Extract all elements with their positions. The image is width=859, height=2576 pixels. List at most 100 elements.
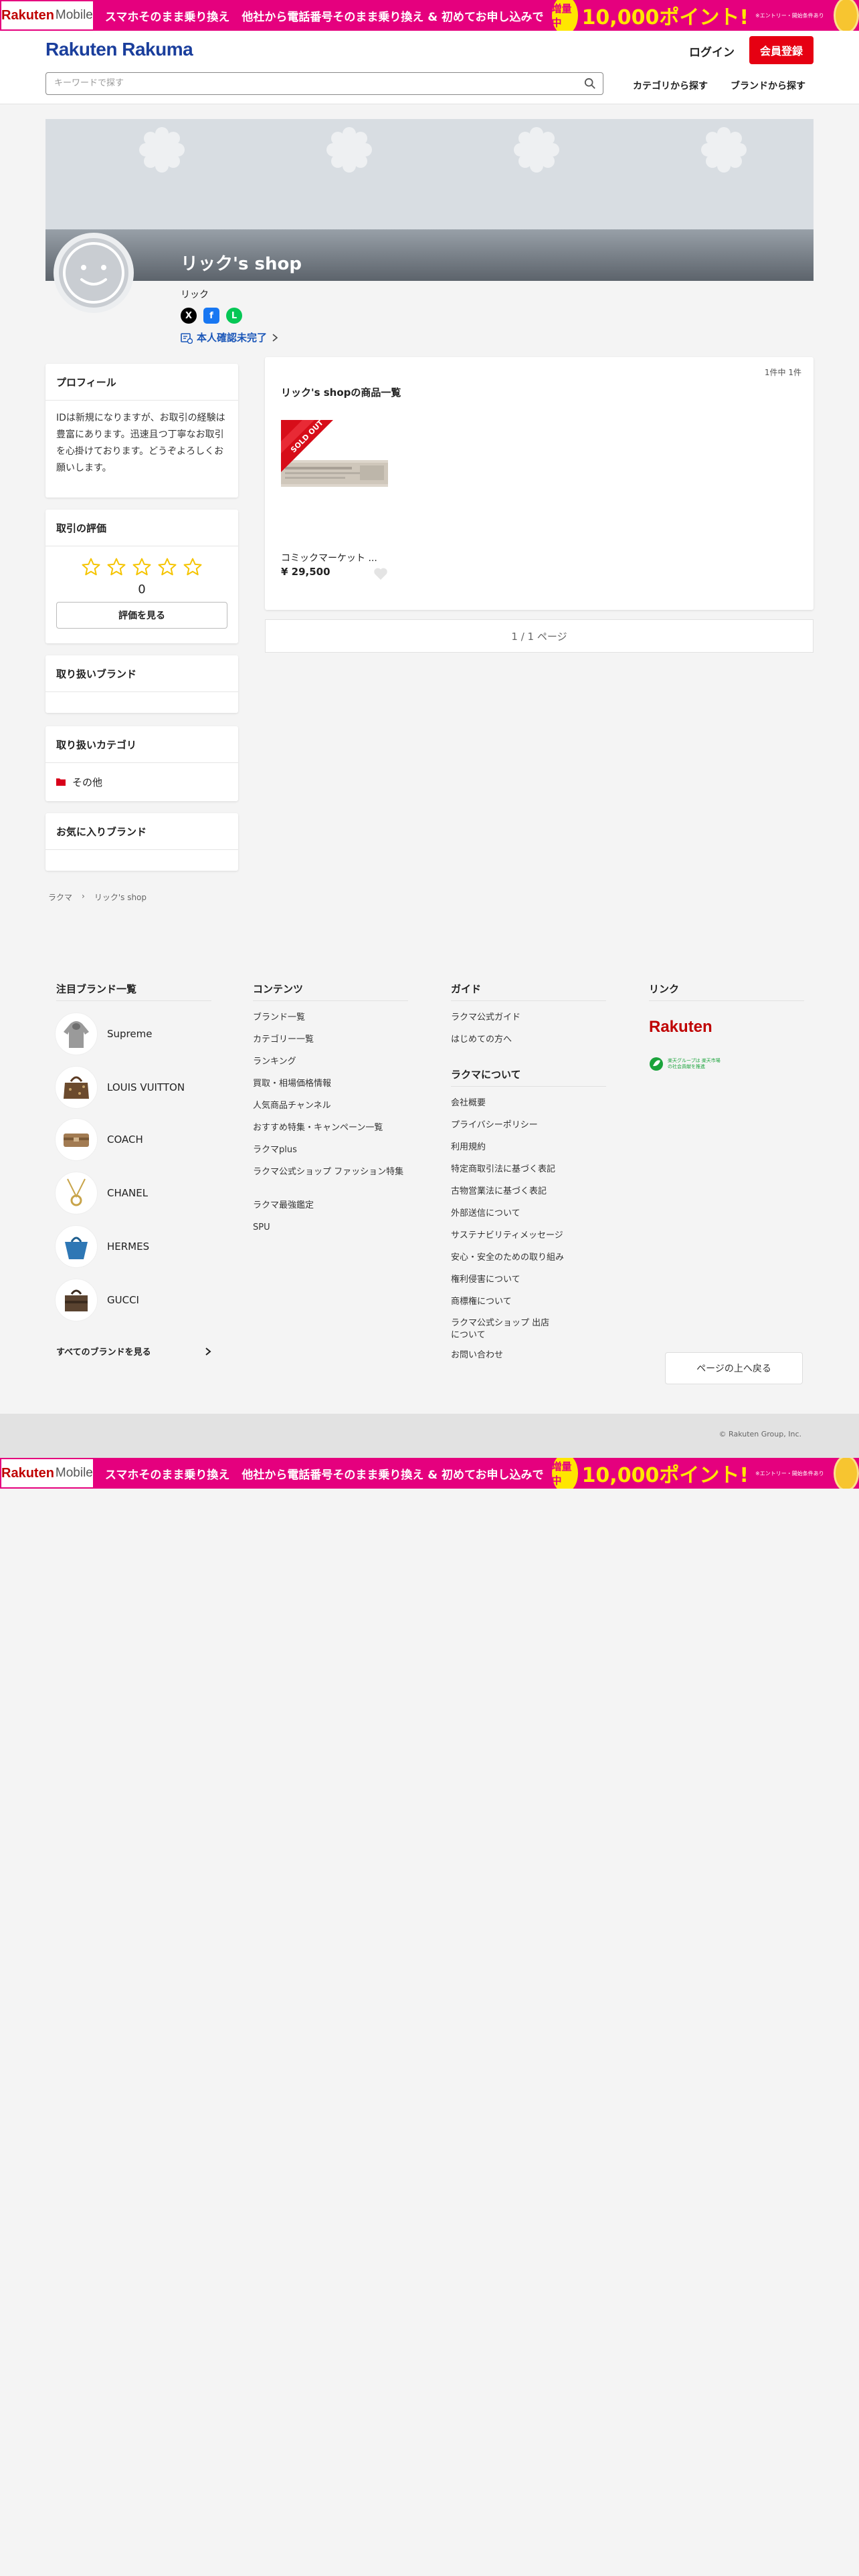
product-name[interactable]: コミックマーケット ... <box>281 551 377 564</box>
footer-bottom-bar: © Rakuten Group, Inc. <box>0 1414 859 1458</box>
owner-name: リック <box>181 290 209 300</box>
footer-link[interactable]: 人気商品チャンネル <box>253 1100 331 1112</box>
breadcrumb: ラクマ › リック's shop <box>48 891 147 903</box>
profile-title: プロフィール <box>45 364 238 401</box>
folder-icon <box>56 778 66 786</box>
footer-link[interactable]: ラクマ最強鑑定 <box>253 1200 314 1212</box>
footer-link[interactable]: ブランド一覧 <box>253 1012 305 1024</box>
star-icon <box>158 558 177 576</box>
product-price: ¥ 29,500 <box>281 566 330 578</box>
footer-link[interactable]: 外部送信について <box>451 1208 520 1220</box>
category-item[interactable]: その他 <box>45 763 238 800</box>
verification-label: 本人確認未完了 <box>197 332 268 344</box>
promo-badge: 増量中 <box>551 1458 578 1489</box>
all-brands-label: すべてのブランドを見る <box>56 1348 151 1358</box>
profile-text: IDは新規になりますが、お取引の経験は豊富にあります。迅速且つ丁寧なお取引を心掛… <box>56 413 225 473</box>
footer-link[interactable]: 商標権について <box>451 1296 512 1308</box>
cover-flower-icon <box>326 127 372 173</box>
category-label: その他 <box>72 776 103 788</box>
brand-item-chanel[interactable]: CHANEL <box>55 1172 148 1214</box>
brands-card: 取り扱いブランド <box>45 655 238 713</box>
cover-flower-icon <box>514 127 559 173</box>
star-icon <box>183 558 202 576</box>
categories-title: 取り扱いカテゴリ <box>45 726 238 763</box>
site-header: Rakuten Rakuma ログイン 会員登録 カテゴリから探す ブランドから… <box>0 31 859 104</box>
line-share-icon[interactable]: L <box>226 308 242 324</box>
footer-link[interactable]: ランキング <box>253 1056 296 1068</box>
rating-stars <box>45 557 238 577</box>
nav-category[interactable]: カテゴリから探す <box>633 79 708 92</box>
coin-icon <box>833 0 859 31</box>
see-ratings-button[interactable]: 評価を見る <box>56 602 227 629</box>
promo-note: ※エントリー・開始条件あり <box>755 12 824 19</box>
footer-link[interactable]: ラクマ公式ショップ ファッション特集 <box>253 1166 408 1178</box>
site-logo[interactable]: Rakuten Rakuma <box>45 39 193 60</box>
verification-status[interactable]: 本人確認未完了 <box>181 330 279 344</box>
brand-item-supreme[interactable]: Supreme <box>55 1012 152 1055</box>
star-icon <box>132 558 151 576</box>
footer-link[interactable]: サステナビリティメッセージ <box>451 1230 563 1242</box>
back-to-top-button[interactable]: ページの上へ戻る <box>665 1352 803 1384</box>
promo-text: 他社から電話番号そのまま乗り換え & 初めてお申し込みで <box>242 1468 544 1482</box>
x-share-icon[interactable]: X <box>181 308 197 324</box>
sdgs-link[interactable]: 楽天グループは 楽天市場の社会貢献を推進 <box>649 1057 721 1071</box>
footer-links-title: リンク <box>649 983 680 995</box>
footer-link[interactable]: プライバシーポリシー <box>451 1119 538 1132</box>
divider <box>253 1000 408 1001</box>
search-icon[interactable] <box>584 78 596 90</box>
footer-link[interactable]: ラクマ公式ショップ 出店について <box>451 1317 551 1341</box>
footer-link[interactable]: 古物営業法に基づく表記 <box>451 1186 547 1198</box>
wallet-icon <box>55 1118 98 1161</box>
hoodie-icon <box>55 1012 98 1055</box>
leaf-icon <box>650 1057 663 1071</box>
footer-link[interactable]: はじめての方へ <box>451 1034 512 1046</box>
footer-link[interactable]: カテゴリー一覧 <box>253 1034 314 1046</box>
footer-link[interactable]: 利用規約 <box>451 1142 486 1154</box>
promo-points: 10,000ポイント! <box>581 6 749 29</box>
breadcrumb-current: リック's shop <box>94 893 147 902</box>
star-icon <box>107 558 126 576</box>
breadcrumb-home[interactable]: ラクマ <box>48 891 72 903</box>
brands-title: 取り扱いブランド <box>45 655 238 692</box>
coin-icon <box>833 1458 859 1489</box>
rakuten-link[interactable]: Rakuten <box>649 1018 712 1037</box>
brand-item-hermes[interactable]: HERMES <box>55 1225 149 1268</box>
footer-link[interactable]: ラクマplus <box>253 1144 297 1156</box>
footer-link[interactable]: 安心・安全のための取り組み <box>451 1252 564 1264</box>
brand-item-coach[interactable]: COACH <box>55 1118 143 1161</box>
facebook-share-icon[interactable]: f <box>203 308 219 324</box>
star-icon <box>82 558 100 576</box>
footer-link[interactable]: 会社概要 <box>451 1097 486 1109</box>
footer-link[interactable]: 買取・相場価格情報 <box>253 1078 331 1090</box>
product-list-title: リック's shopの商品一覧 <box>281 387 401 399</box>
login-link[interactable]: ログイン <box>689 43 735 60</box>
promo-banner-bottom[interactable]: Rakuten Mobile スマホそのまま乗り換え 他社から電話番号そのまま乗り… <box>0 1458 859 1489</box>
footer-link[interactable]: 特定商取引法に基づく表記 <box>451 1164 555 1176</box>
cover-flower-icon <box>701 127 747 173</box>
product-image[interactable]: SOLD OUT <box>281 420 388 527</box>
all-brands-link[interactable]: すべてのブランドを見る <box>56 1345 211 1358</box>
nav-brand[interactable]: ブランドから探す <box>731 79 805 92</box>
footer-link[interactable]: おすすめ特集・キャンペーン一覧 <box>253 1122 383 1134</box>
search-input[interactable] <box>54 73 576 93</box>
footer-guide-title: ガイド <box>451 983 482 995</box>
brand-name: COACH <box>107 1134 143 1146</box>
footer-link[interactable]: SPU <box>253 1222 270 1234</box>
fav-brands-card: お気に入りブランド <box>45 813 238 871</box>
promo-banner-top[interactable]: Rakuten Mobile スマホそのまま乗り換え 他社から電話番号そのまま乗り… <box>0 0 859 31</box>
footer-link[interactable]: お問い合わせ <box>451 1350 503 1362</box>
divider <box>451 1086 606 1087</box>
divider <box>56 1000 211 1001</box>
heart-icon[interactable] <box>373 567 388 580</box>
pagination: 1 / 1 ページ <box>265 619 814 653</box>
rating-count: 0 <box>138 582 146 597</box>
brand-name: HERMES <box>107 1241 150 1253</box>
divider <box>451 1000 606 1001</box>
footer-link[interactable]: 権利侵害について <box>451 1274 520 1286</box>
promo-logo: Rakuten Mobile <box>0 0 94 31</box>
brand-item-gucci[interactable]: GUCCI <box>55 1279 139 1321</box>
brand-item-louis-vuitton[interactable]: LOUIS VUITTON <box>55 1066 185 1109</box>
avatar-face-icon <box>63 242 124 304</box>
footer-link[interactable]: ラクマ公式ガイド <box>451 1012 520 1024</box>
signup-button[interactable]: 会員登録 <box>749 36 814 64</box>
